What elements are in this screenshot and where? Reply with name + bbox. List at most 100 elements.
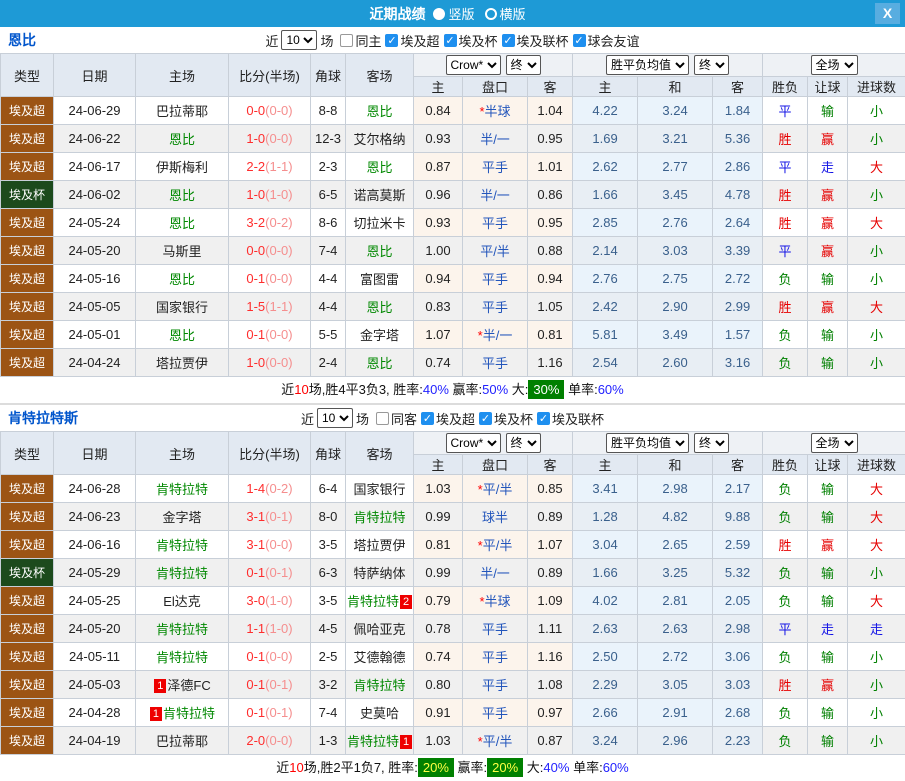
- cell-goals-result: 大: [848, 531, 905, 559]
- final-select[interactable]: 终: [506, 55, 541, 75]
- summary-part: 场,胜2平1负7, 胜率:: [304, 760, 418, 775]
- filter-埃及超[interactable]: ✓埃及超: [421, 409, 475, 428]
- cell-odds-away: 0.95: [528, 125, 573, 153]
- away-team-name: 诺高莫斯: [353, 188, 405, 203]
- match-count-select[interactable]: 10: [317, 408, 353, 428]
- checkbox-checked-icon[interactable]: ✓: [479, 412, 492, 425]
- cell-mean-away: 2.64: [713, 209, 763, 237]
- cell-mean-draw: 3.03: [638, 237, 713, 265]
- cell-date: 24-05-20: [54, 615, 136, 643]
- summary-part: 场,胜4平3负3, 胜率:: [309, 382, 423, 397]
- cell-corners: 7-4: [311, 237, 346, 265]
- cell-home-team: 恩比: [136, 209, 229, 237]
- home-team-name: 肯特拉特: [156, 650, 208, 665]
- wdl-select[interactable]: 胜平负均值: [606, 55, 689, 75]
- cell-odds-home: 0.78: [414, 615, 463, 643]
- cell-league-type: 埃及超: [1, 265, 54, 293]
- filter-埃及杯[interactable]: ✓埃及杯: [444, 31, 498, 50]
- cell-away-team: 艾德翰德: [346, 643, 414, 671]
- cell-league-type: 埃及超: [1, 531, 54, 559]
- checkbox-unchecked-icon[interactable]: [376, 412, 389, 425]
- cell-mean-away: 2.98: [713, 615, 763, 643]
- checkbox-checked-icon[interactable]: ✓: [502, 34, 515, 47]
- cell-odds-away: 0.87: [528, 727, 573, 755]
- full-select[interactable]: 全场: [811, 433, 858, 453]
- cell-home-team: 巴拉蒂耶: [136, 97, 229, 125]
- filter-埃及联杯[interactable]: ✓埃及联杯: [537, 409, 604, 428]
- sub-header-odds-home: 主: [414, 455, 463, 475]
- summary-part: 60%: [598, 382, 624, 397]
- away-team-name: 恩比: [366, 356, 392, 371]
- radio-horizontal-layout[interactable]: 横版: [485, 4, 526, 23]
- cell-mean-home: 4.02: [573, 587, 638, 615]
- fulltime-score: 1-4: [246, 481, 265, 496]
- radio-unselected-icon[interactable]: [485, 8, 497, 20]
- match-row: 埃及超24-04-281肯特拉特0-1(0-1)7-4史莫哈0.91平手0.97…: [1, 699, 905, 727]
- cell-corners: 8-6: [311, 209, 346, 237]
- unit-label: 场: [320, 31, 333, 50]
- match-row: 埃及超24-06-23金字塔3-1(0-1)8-0肯特拉特0.99球半0.891…: [1, 503, 905, 531]
- cell-odds-away: 1.16: [528, 643, 573, 671]
- summary-part: 单率:: [564, 382, 597, 397]
- checkbox-unchecked-icon[interactable]: [340, 34, 353, 47]
- cell-home-team: 恩比: [136, 265, 229, 293]
- crow-select[interactable]: Crow*: [446, 55, 501, 75]
- cell-goals-result: 大: [848, 475, 905, 503]
- cell-goals-result: 小: [848, 349, 905, 377]
- cell-odds-away: 0.94: [528, 265, 573, 293]
- filter-埃及超[interactable]: ✓埃及超: [385, 31, 439, 50]
- radio-vertical-label: 竖版: [448, 4, 474, 23]
- filter-同客[interactable]: 同客: [376, 409, 417, 428]
- checkbox-checked-icon[interactable]: ✓: [421, 412, 434, 425]
- cell-odds-home: 0.84: [414, 97, 463, 125]
- cell-mean-draw: 3.25: [638, 559, 713, 587]
- cell-away-team: 恩比: [346, 349, 414, 377]
- checkbox-checked-icon[interactable]: ✓: [385, 34, 398, 47]
- filter-球会友谊[interactable]: ✓球会友谊: [573, 31, 640, 50]
- sub-header-handicap: 盘口: [463, 77, 528, 97]
- handicap-text: 半球: [485, 594, 511, 609]
- cell-odds-away: 0.89: [528, 503, 573, 531]
- cell-corners: 12-3: [311, 125, 346, 153]
- cell-mean-home: 1.66: [573, 559, 638, 587]
- fulltime-score: 2-2: [246, 159, 265, 174]
- filter-埃及联杯[interactable]: ✓埃及联杯: [502, 31, 569, 50]
- col-header-score: 比分(半场): [229, 54, 311, 97]
- close-icon[interactable]: X: [875, 3, 900, 24]
- cell-goals-result: 小: [848, 181, 905, 209]
- cell-corners: 8-0: [311, 503, 346, 531]
- final-select[interactable]: 终: [694, 433, 729, 453]
- home-team-name: 巴拉蒂耶: [156, 734, 208, 749]
- match-row: 埃及超24-05-05国家银行1-5(1-1)4-4恩比0.83平手1.052.…: [1, 293, 905, 321]
- radio-vertical-layout[interactable]: 竖版: [433, 4, 474, 23]
- handicap-text: 半/一: [483, 328, 513, 343]
- cell-date: 24-05-11: [54, 643, 136, 671]
- fulltime-score: 0-1: [246, 677, 265, 692]
- final-select[interactable]: 终: [506, 433, 541, 453]
- cell-mean-draw: 3.05: [638, 671, 713, 699]
- filter-埃及杯[interactable]: ✓埃及杯: [479, 409, 533, 428]
- checkbox-checked-icon[interactable]: ✓: [537, 412, 550, 425]
- cell-mean-home: 3.41: [573, 475, 638, 503]
- radio-selected-icon[interactable]: [433, 8, 445, 20]
- final-select[interactable]: 终: [694, 55, 729, 75]
- cell-goals-result: 走: [848, 615, 905, 643]
- match-count-select[interactable]: 10: [281, 30, 317, 50]
- cell-score: 0-1(0-0): [229, 643, 311, 671]
- away-team-name: 塔拉贾伊: [353, 538, 405, 553]
- summary-part: 近: [276, 760, 289, 775]
- halftime-score: (0-0): [265, 649, 292, 664]
- match-row: 埃及超24-05-01恩比0-1(0-0)5-5金字塔1.07*半/一0.815…: [1, 321, 905, 349]
- full-select[interactable]: 全场: [811, 55, 858, 75]
- crow-select[interactable]: Crow*: [446, 433, 501, 453]
- filter-同主[interactable]: 同主: [340, 31, 381, 50]
- home-rank-badge: 1: [150, 707, 162, 721]
- checkbox-checked-icon[interactable]: ✓: [444, 34, 457, 47]
- summary-part: 10: [289, 760, 303, 775]
- cell-result: 负: [763, 559, 808, 587]
- fulltime-score: 3-1: [246, 537, 265, 552]
- checkbox-checked-icon[interactable]: ✓: [573, 34, 586, 47]
- cell-mean-draw: 2.96: [638, 727, 713, 755]
- fulltime-score: 3-1: [246, 509, 265, 524]
- wdl-select[interactable]: 胜平负均值: [606, 433, 689, 453]
